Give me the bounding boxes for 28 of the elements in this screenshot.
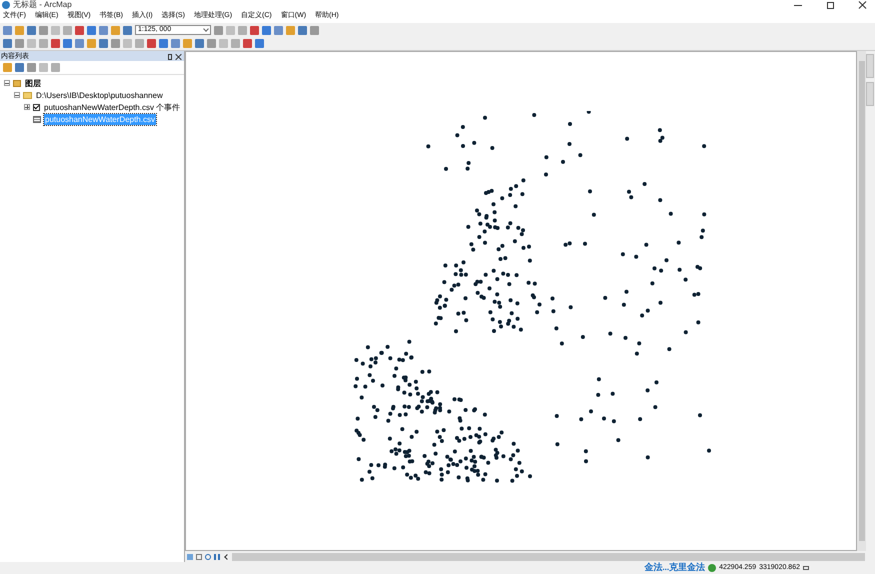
tree-item[interactable]: putuoshanNewWaterDepth.csv 个事件: [43, 102, 182, 112]
side-tab-icon[interactable]: [866, 82, 874, 106]
pin-icon[interactable]: [168, 54, 172, 60]
scroll-left-icon[interactable]: [224, 554, 230, 560]
pause-icon[interactable]: [214, 554, 220, 560]
vertical-scrollbar[interactable]: [857, 51, 866, 551]
layout-view-icon[interactable]: [187, 554, 193, 560]
page-icon[interactable]: [196, 554, 202, 560]
close-button[interactable]: [858, 1, 866, 9]
status-tool-text: 金法...克里金法: [644, 561, 706, 574]
close-icon[interactable]: [175, 54, 181, 60]
app-icon: [2, 1, 10, 9]
table-icon: [33, 116, 41, 122]
tree-item[interactable]: 图层: [24, 78, 42, 88]
minimize-button[interactable]: [794, 4, 802, 6]
side-tab-icon[interactable]: [866, 54, 874, 78]
units-icon: [803, 566, 809, 570]
collapse-icon[interactable]: [4, 80, 10, 86]
collapse-icon[interactable]: [14, 92, 20, 98]
expand-icon[interactable]: [24, 104, 30, 110]
horizontal-scrollbar[interactable]: [232, 552, 865, 560]
tree-item[interactable]: D:\Users\IB\Desktop\putuoshannew: [35, 90, 164, 100]
folder-icon: [23, 92, 32, 98]
scroll-thumb[interactable]: [858, 61, 864, 541]
maximize-button[interactable]: [827, 2, 834, 8]
layers-icon: [13, 80, 21, 86]
checkbox[interactable]: [33, 104, 40, 110]
window-title: 无标题 - ArcMap: [13, 0, 72, 10]
